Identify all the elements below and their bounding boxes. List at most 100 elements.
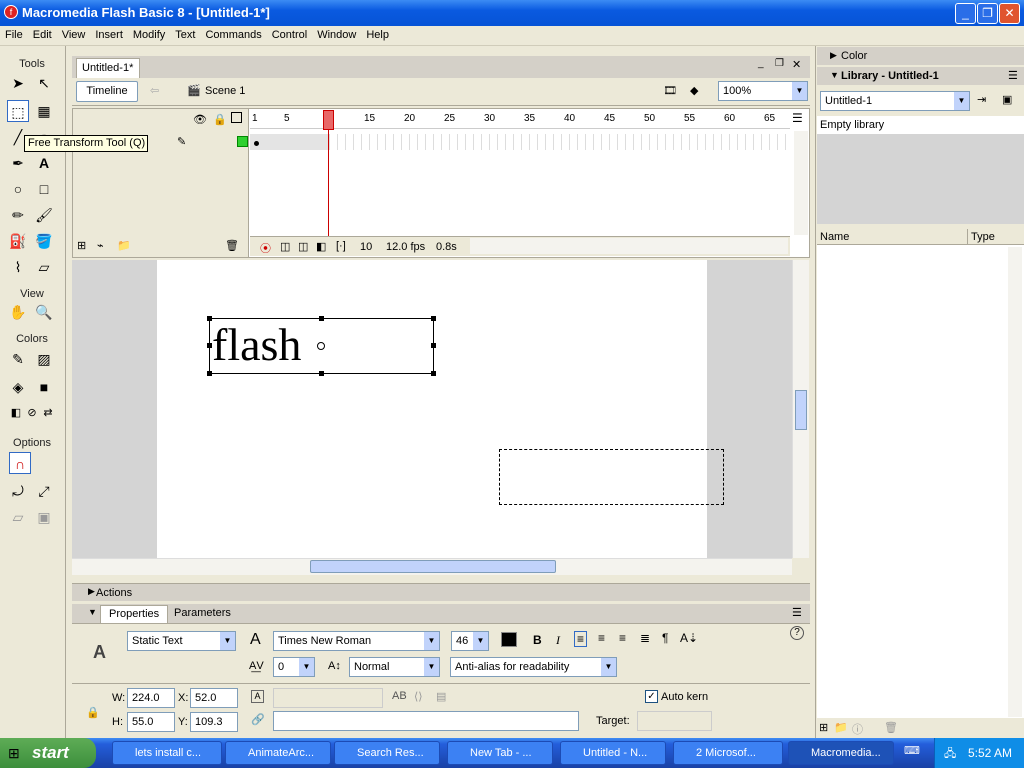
edit-scene-icon[interactable]: 🎞 xyxy=(663,84,677,97)
document-tab[interactable]: Untitled-1* xyxy=(76,58,140,78)
free-transform-tool-icon[interactable]: ⬚ xyxy=(7,100,29,122)
doc-minimize-icon[interactable]: _ xyxy=(758,58,764,69)
collapse-arrow-icon[interactable]: ▼ xyxy=(830,70,839,80)
character-position-select[interactable]: Normal ▼ xyxy=(349,657,440,677)
restore-button[interactable]: ❐ xyxy=(977,3,998,24)
menu-text[interactable]: Text xyxy=(170,26,200,44)
actions-panel-bar[interactable]: Actions xyxy=(72,583,810,601)
stage-vscroll[interactable] xyxy=(792,260,809,558)
align-left-icon[interactable]: ≡ xyxy=(574,631,588,647)
new-library-panel-icon[interactable]: ▣ xyxy=(1002,93,1012,106)
tab-parameters[interactable]: Parameters xyxy=(174,607,231,619)
library-vscroll[interactable] xyxy=(1008,247,1022,717)
insert-layer-icon[interactable]: ⊞ xyxy=(77,239,86,252)
playhead[interactable] xyxy=(323,110,334,130)
modify-markers-icon[interactable]: [·] xyxy=(336,240,346,252)
x-field[interactable]: 52.0 xyxy=(190,688,238,708)
collapse-arrow-icon[interactable]: ▼ xyxy=(88,607,97,617)
menu-modify[interactable]: Modify xyxy=(128,26,170,44)
fill-color-icon[interactable]: ◈ xyxy=(7,376,29,398)
width-field[interactable]: 224.0 xyxy=(127,688,175,708)
bold-icon[interactable]: B xyxy=(533,633,542,647)
trash-icon[interactable]: 🗑 xyxy=(884,721,898,734)
transform-handle[interactable] xyxy=(207,316,212,321)
doc-restore-icon[interactable]: ❐ xyxy=(775,58,784,69)
insert-folder-icon[interactable]: 📁 xyxy=(117,239,131,252)
close-button[interactable]: ✕ xyxy=(999,3,1020,24)
eraser-tool-icon[interactable]: ▱ xyxy=(33,256,55,278)
transform-handle[interactable] xyxy=(319,316,324,321)
timeline-menu-icon[interactable]: ☰ xyxy=(792,111,803,125)
arrow-tool-icon[interactable]: ➤ xyxy=(7,72,29,94)
transform-handle[interactable] xyxy=(431,343,436,348)
properties-icon[interactable]: ⓘ xyxy=(852,721,863,737)
paint-bucket-tool-icon[interactable]: 🪣 xyxy=(33,230,55,252)
letter-spacing-field[interactable]: 0 ▼ xyxy=(273,657,315,677)
keyframe-dot[interactable] xyxy=(254,141,259,146)
timeline-vscroll[interactable] xyxy=(794,131,808,235)
eye-icon[interactable]: 👁 xyxy=(193,113,207,126)
task-macromedia[interactable]: Macromedia... xyxy=(788,741,894,765)
center-frame-icon[interactable]: ⦿ xyxy=(260,240,271,256)
tab-properties[interactable]: Properties xyxy=(100,605,169,623)
keyframe-span[interactable] xyxy=(250,134,328,150)
stage-canvas[interactable] xyxy=(157,260,707,558)
vscroll-thumb[interactable] xyxy=(795,390,807,430)
ink-bottle-tool-icon[interactable]: ⛽ xyxy=(7,230,29,252)
hscroll-thumb[interactable] xyxy=(310,560,556,573)
scale-icon[interactable]: ⤢ xyxy=(33,480,55,502)
doc-close-icon[interactable]: ✕ xyxy=(792,58,801,71)
minimize-button[interactable]: _ xyxy=(955,3,976,24)
fill-color-swatch[interactable]: ■ xyxy=(33,376,55,398)
library-panel-bar[interactable]: Library - Untitled-1 xyxy=(817,67,1024,85)
menu-control[interactable]: Control xyxy=(267,26,312,44)
layer-frames[interactable] xyxy=(250,134,790,150)
menu-view[interactable]: View xyxy=(57,26,91,44)
new-symbol-icon[interactable]: ⊞ xyxy=(819,721,828,734)
menu-help[interactable]: Help xyxy=(361,26,394,44)
panel-menu-icon[interactable]: ☰ xyxy=(1008,69,1018,82)
align-center-icon[interactable]: ≡ xyxy=(598,631,605,645)
back-arrow-icon[interactable]: ⇦ xyxy=(150,84,159,97)
new-folder-icon[interactable]: 📁 xyxy=(834,721,848,734)
snap-magnet-icon[interactable]: ∩ xyxy=(9,452,31,474)
task-microsoft-group[interactable]: 2 Microsof... xyxy=(673,741,783,765)
task-animatearc[interactable]: AnimateArc... xyxy=(225,741,331,765)
transform-handle[interactable] xyxy=(319,371,324,376)
outline-icon[interactable] xyxy=(231,112,242,123)
text-orientation-icon[interactable]: A⇣ xyxy=(680,631,698,645)
task-new-tab[interactable]: New Tab - ... xyxy=(447,741,553,765)
text-color-swatch[interactable] xyxy=(501,632,517,647)
text-tool-icon[interactable]: A xyxy=(33,152,55,174)
transform-handle[interactable] xyxy=(207,371,212,376)
trash-icon[interactable]: 🗑 xyxy=(225,239,239,252)
lock-icon[interactable]: 🔒 xyxy=(213,113,227,126)
pen-tool-icon[interactable]: ✒ xyxy=(7,152,29,174)
onion-outline-icon[interactable]: ◫ xyxy=(298,240,308,253)
hand-tool-icon[interactable]: ✋ xyxy=(7,301,29,323)
name-column-header[interactable]: Name xyxy=(820,229,849,245)
menu-file[interactable]: File xyxy=(0,26,28,44)
task-search-results[interactable]: Search Res... xyxy=(334,741,440,765)
lock-icon[interactable]: 🔒 xyxy=(86,706,100,719)
url-link-field[interactable] xyxy=(273,711,579,731)
align-right-icon[interactable]: ≡ xyxy=(619,631,626,645)
height-field[interactable]: 55.0 xyxy=(127,712,175,732)
timeline-hscroll[interactable] xyxy=(470,238,788,254)
library-list[interactable] xyxy=(817,245,1024,718)
keyboard-icon[interactable]: ⌨ xyxy=(904,744,920,757)
text-type-select[interactable]: Static Text ▼ xyxy=(127,631,236,651)
library-select[interactable]: Untitled-1 ▼ xyxy=(820,91,970,111)
onion-skin-icon[interactable]: ◫ xyxy=(280,240,290,253)
empty-text-box[interactable] xyxy=(499,449,724,505)
envelope-icon[interactable]: ▣ xyxy=(33,506,55,528)
expand-arrow-icon[interactable]: ▶ xyxy=(830,50,837,61)
brush-tool-icon[interactable]: 🖌 xyxy=(33,204,55,226)
timeline-toggle-button[interactable]: Timeline xyxy=(76,81,138,102)
auto-kern-checkbox[interactable]: ✓ xyxy=(645,690,658,703)
help-icon[interactable]: ? xyxy=(790,626,804,640)
window-titlebar[interactable]: Macromedia Flash Basic 8 - [Untitled-1*] xyxy=(0,0,1024,26)
stage-text[interactable]: flash xyxy=(212,320,301,370)
panel-menu-icon[interactable]: ☰ xyxy=(792,606,802,619)
expand-arrow-icon[interactable]: ▶ xyxy=(88,586,95,597)
